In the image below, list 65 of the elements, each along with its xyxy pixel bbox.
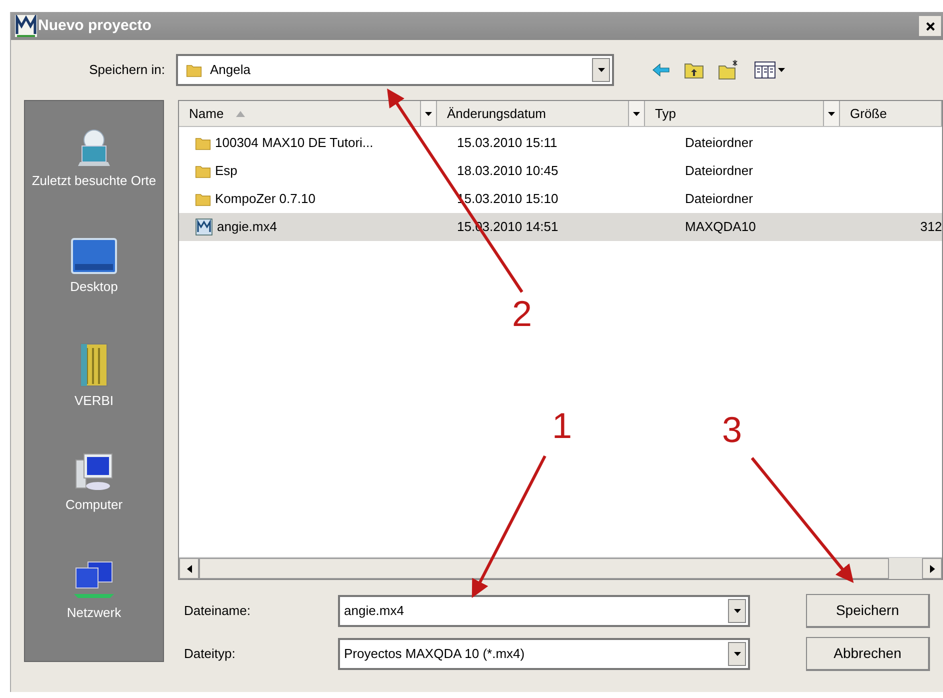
file-row[interactable]: Esp 18.03.2010 10:45 Dateiordner [179,157,942,185]
folder-icon [186,62,202,78]
column-dropdown-button[interactable] [824,101,840,126]
caret-icon [598,68,604,72]
dropdown-button[interactable] [728,599,746,623]
scroll-right-button[interactable] [922,558,942,579]
caret-icon [633,112,640,116]
places-item[interactable]: Computer [29,435,159,529]
monitor-icon [71,238,117,274]
save-in-label: Speichern in: [88,61,166,80]
dialog-button[interactable]: Speichern [806,594,930,628]
places-item[interactable]: Netzwerk [29,543,159,637]
network-icon [72,560,116,600]
close-icon [926,22,934,30]
file-date: 15.03.2010 15:11 [456,134,558,152]
list-view-icon [754,61,776,79]
field-label: Dateiname: [183,602,252,620]
file-type: Dateiordner [684,134,754,152]
caret-icon [734,609,740,613]
file-name-field[interactable]: angie.mx4 [338,595,750,627]
field-label: Dateityp: [183,645,236,664]
annotation-number: 2 [512,294,532,334]
dropdown-button[interactable] [728,642,746,666]
location-dropdown[interactable]: Angela [176,54,614,86]
right-arrow-icon [930,564,934,572]
file-date: 18.03.2010 10:45 [456,162,560,180]
file-name: 100304 MAX10 DE Tutori... [215,134,374,152]
caret-icon [828,112,835,116]
caret-icon [778,68,785,72]
up-folder-icon[interactable] [684,61,704,79]
file-type: MAXQDA10 [684,218,757,236]
computer-icon [74,452,114,492]
file-type-dropdown[interactable]: Proyectos MAXQDA 10 (*.mx4) [338,638,750,670]
annotation-number: 3 [722,410,742,450]
file-type: Dateiordner [684,190,754,208]
file-row[interactable]: 100304 MAX10 DE Tutori... 15.03.2010 15:11 Dateiordner [179,129,942,157]
clock-folder-icon [76,128,112,168]
document-icon [195,218,213,236]
folder-icon [195,192,211,206]
app-logo-icon [15,15,37,37]
new-folder-icon[interactable] [718,60,740,80]
column-header[interactable]: Größe [840,101,942,126]
folder-icon [195,164,211,178]
caret-icon [425,112,432,116]
close-button[interactable] [919,16,941,36]
column-dropdown-button[interactable] [421,101,437,126]
file-size: 312 [920,218,942,236]
annotation-number: 1 [552,406,572,446]
window-title: Nuevo proyecto [38,16,152,36]
column-dropdown-button[interactable] [629,101,645,126]
caret-icon [734,652,740,656]
back-arrow-icon[interactable] [652,63,670,77]
places-item[interactable]: Desktop [29,219,159,313]
places-item[interactable]: VERBI [29,327,159,421]
dialog-button[interactable]: Abbrechen [806,637,930,671]
file-name: Esp [215,162,238,180]
view-menu-button[interactable] [754,61,785,79]
folder-icon [195,136,211,150]
places-item[interactable]: Zuletzt besuchte Orte [29,111,159,205]
file-type: Dateiordner [684,162,754,180]
scroll-left-button[interactable] [179,558,199,579]
left-arrow-icon [186,564,192,572]
dropdown-button[interactable] [592,58,610,82]
file-name: KompoZer 0.7.10 [215,190,316,208]
file-name: angie.mx4 [217,218,277,236]
